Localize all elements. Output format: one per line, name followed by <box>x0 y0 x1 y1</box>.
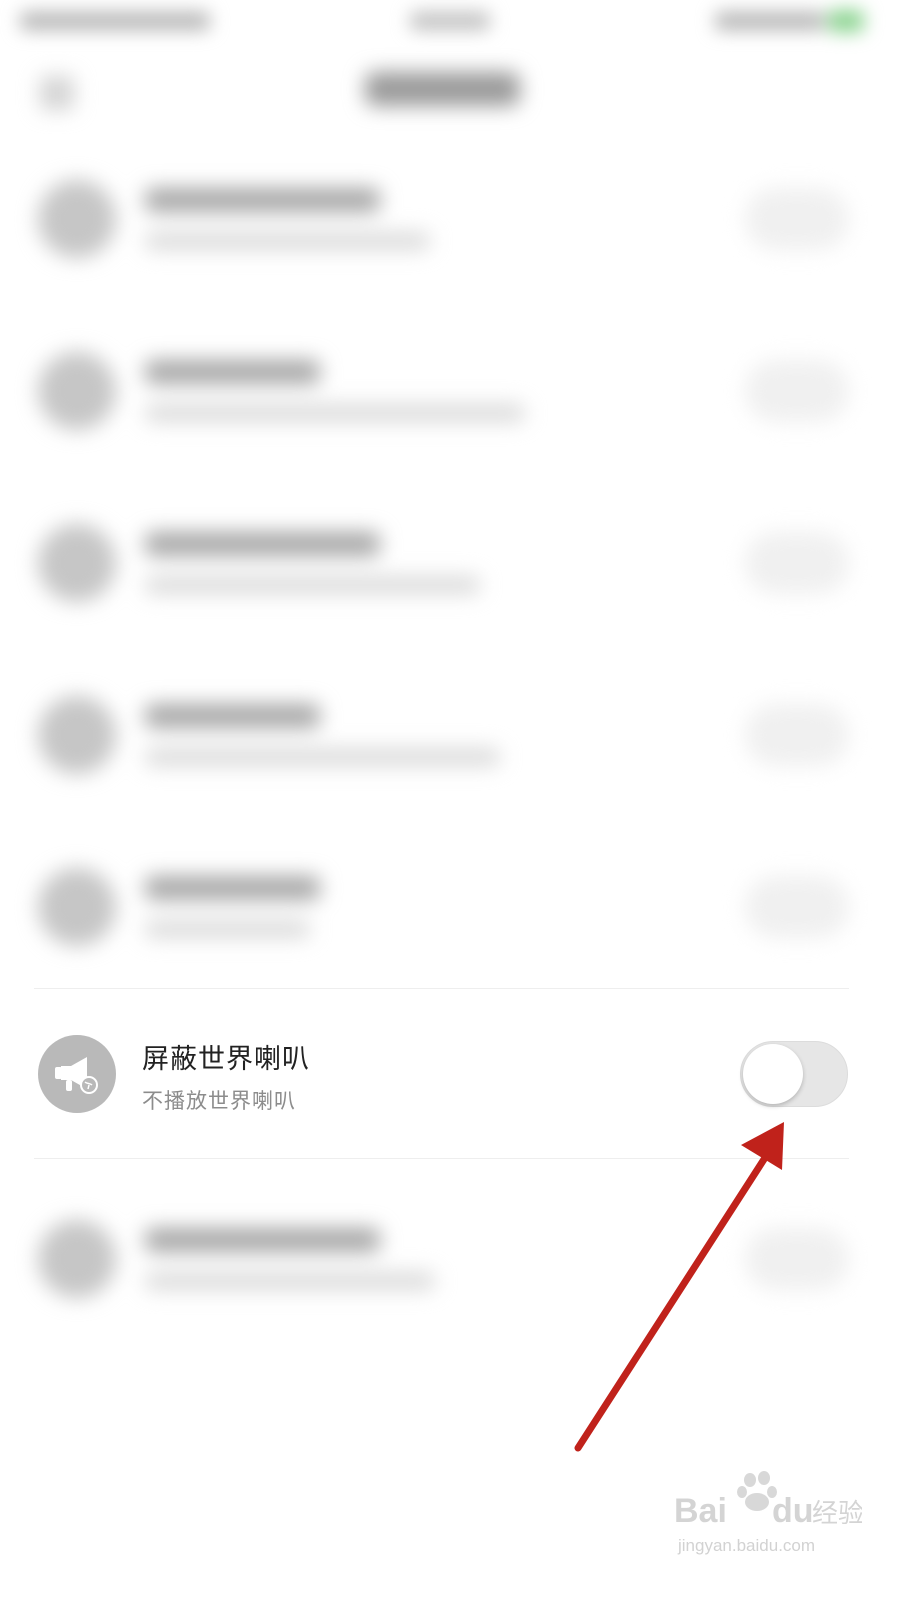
setting-subtitle <box>145 1272 435 1290</box>
nav-bar <box>0 48 900 138</box>
status-bar <box>0 0 900 48</box>
settings-row[interactable] <box>0 302 900 472</box>
setting-toggle[interactable] <box>745 532 849 594</box>
setting-toggle[interactable] <box>745 360 849 422</box>
setting-subtitle <box>145 576 480 594</box>
setting-toggle[interactable] <box>745 876 849 938</box>
setting-title <box>145 360 320 384</box>
baidu-watermark-logo: Bai du 经验 jingyan.baidu.com <box>672 1470 864 1560</box>
setting-toggle[interactable] <box>745 1228 849 1290</box>
toggle-knob <box>743 1044 803 1104</box>
megaphone-icon <box>38 1035 116 1113</box>
setting-subtitle: 不播放世界喇叭 <box>142 1089 296 1113</box>
status-time <box>410 12 490 30</box>
battery-icon <box>828 10 864 32</box>
setting-icon <box>38 524 116 602</box>
status-indicators <box>715 12 825 30</box>
divider <box>34 1158 849 1159</box>
setting-title <box>145 876 320 900</box>
setting-title: 屏蔽世界喇叭 <box>142 1044 310 1075</box>
settings-row[interactable] <box>0 646 900 816</box>
setting-icon <box>38 352 116 430</box>
watermark-url: jingyan.baidu.com <box>678 1536 816 1555</box>
setting-icon <box>38 868 116 946</box>
svg-text:Bai: Bai <box>674 1492 727 1530</box>
settings-row[interactable] <box>0 130 900 300</box>
block-world-horn-toggle[interactable] <box>740 1041 848 1107</box>
svg-text:du: du <box>772 1492 814 1530</box>
setting-subtitle <box>145 920 310 938</box>
setting-icon <box>38 1220 116 1298</box>
back-icon[interactable] <box>40 76 74 110</box>
setting-title <box>145 188 380 212</box>
setting-toggle[interactable] <box>745 188 849 250</box>
setting-icon <box>38 180 116 258</box>
setting-title <box>145 704 320 728</box>
status-carrier <box>20 12 210 30</box>
setting-title <box>145 532 380 556</box>
setting-title <box>145 1228 380 1252</box>
settings-row[interactable] <box>0 818 900 988</box>
settings-row[interactable] <box>0 474 900 644</box>
setting-subtitle <box>145 404 525 422</box>
svg-text:经验: 经验 <box>812 1499 862 1529</box>
setting-toggle[interactable] <box>745 704 849 766</box>
divider <box>34 988 849 989</box>
setting-subtitle <box>145 748 500 766</box>
setting-row-block-world-horn[interactable]: 屏蔽世界喇叭 不播放世界喇叭 <box>0 1005 900 1155</box>
setting-icon <box>38 696 116 774</box>
settings-row[interactable] <box>0 1170 900 1340</box>
page-title <box>365 72 520 106</box>
setting-subtitle <box>145 232 430 250</box>
